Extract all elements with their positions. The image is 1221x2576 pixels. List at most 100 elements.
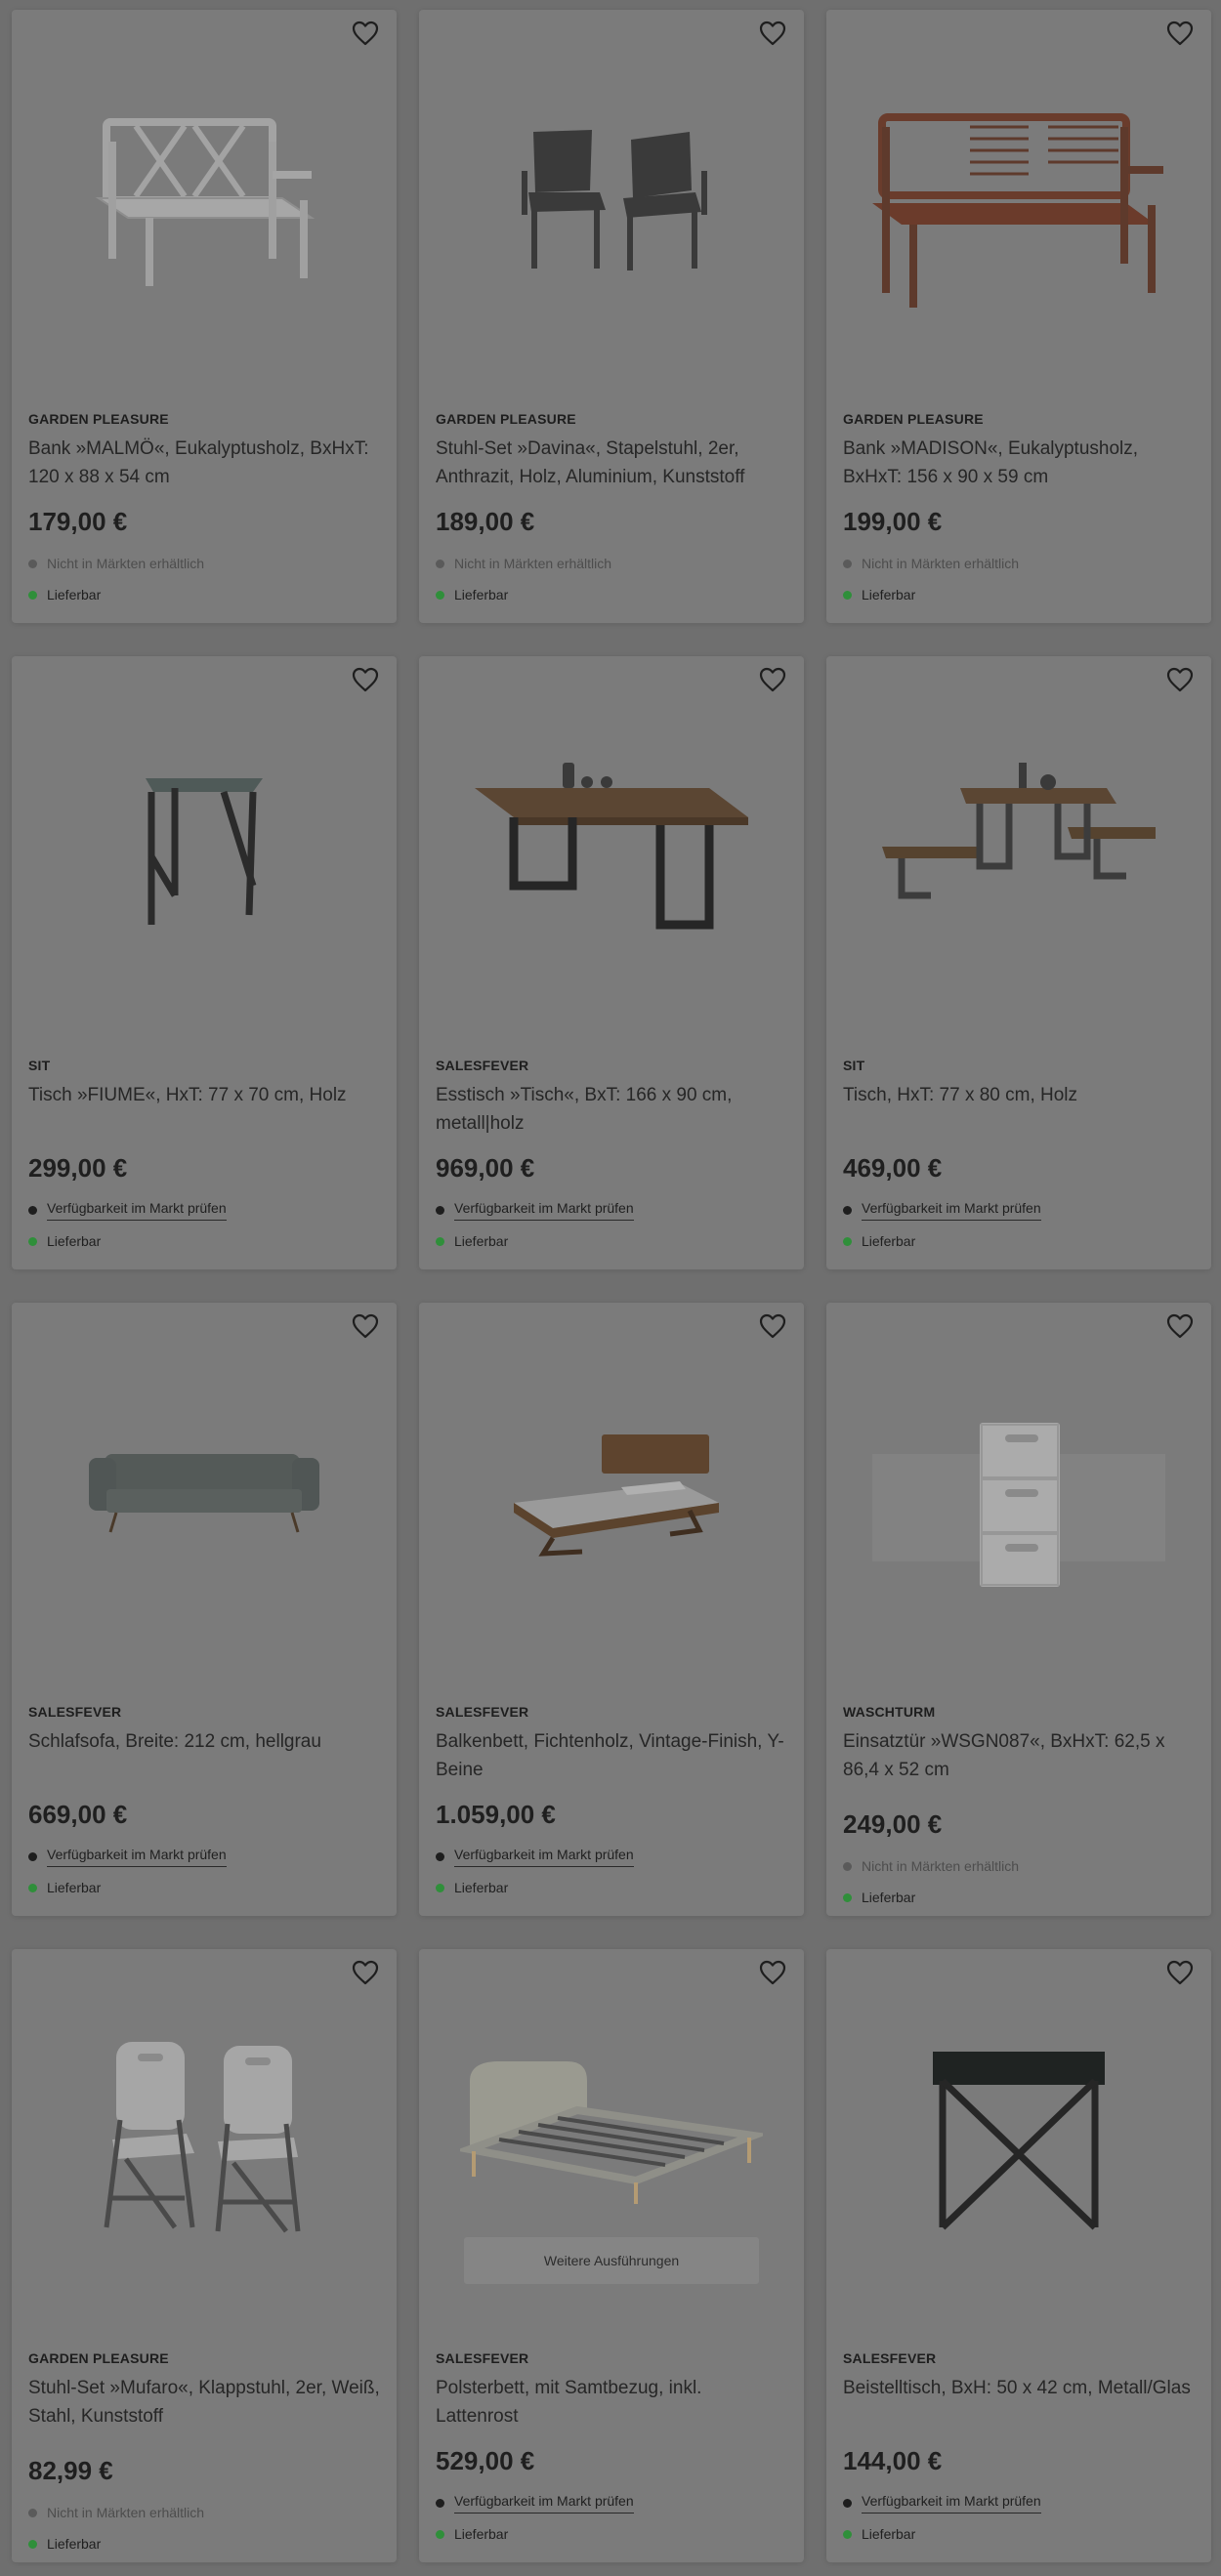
product-price: 669,00 € (28, 1800, 128, 1829)
product-card[interactable]: GARDEN PLEASURE Bank »MADISON«, Eukalypt… (826, 10, 1211, 623)
product-title[interactable]: Esstisch »Tisch«, BxT: 166 x 90 cm, meta… (436, 1081, 787, 1138)
product-brand: SALESFEVER (436, 2350, 529, 2366)
product-card[interactable]: Weitere Ausführungen SALESFEVER Polsterb… (419, 1949, 804, 2562)
product-card[interactable]: SIT Tisch »FIUME«, HxT: 77 x 70 cm, Holz… (12, 656, 397, 1269)
status-dot (436, 1883, 444, 1892)
check-store-availability-link[interactable]: Verfügbarkeit im Markt prüfen (47, 1199, 227, 1221)
status-dot (843, 2529, 852, 2539)
product-image-bistro-table[interactable] (12, 686, 397, 1008)
product-price: 199,00 € (843, 507, 943, 536)
product-card[interactable]: SALESFEVER Esstisch »Tisch«, BxT: 166 x … (419, 656, 804, 1269)
product-grid: GARDEN PLEASURE Bank »MALMÖ«, Eukalyptus… (12, 10, 1211, 2562)
product-title[interactable]: Polsterbett, mit Samtbezug, inkl. Latten… (436, 2374, 787, 2431)
store-availability: Nicht in Märkten erhältlich (843, 1850, 1195, 1882)
delivery-status: Lieferbar (843, 1226, 1195, 1257)
check-store-availability-link[interactable]: Verfügbarkeit im Markt prüfen (454, 1199, 634, 1221)
delivery-status: Lieferbar (436, 1872, 787, 1903)
status-dot (28, 1883, 37, 1892)
status-dot (436, 2529, 444, 2539)
delivery-status: Lieferbar (436, 2518, 787, 2550)
product-title[interactable]: Beistelltisch, BxH: 50 x 42 cm, Metall/G… (843, 2374, 1195, 2431)
product-brand: SALESFEVER (28, 1704, 122, 1720)
store-check: Verfügbarkeit im Markt prüfen (28, 1841, 380, 1872)
status-dot (843, 590, 852, 600)
status-dot (28, 590, 37, 600)
delivery-status: Lieferbar (28, 2528, 380, 2559)
status-dot (28, 1851, 37, 1861)
product-brand: SALESFEVER (436, 1058, 529, 1073)
status-dot (436, 1236, 444, 1246)
product-card[interactable]: SALESFEVER Beistelltisch, BxH: 50 x 42 c… (826, 1949, 1211, 2562)
delivery-status: Lieferbar (28, 579, 380, 610)
status-dot (28, 559, 37, 568)
more-variants-button[interactable]: Weitere Ausführungen (464, 2237, 759, 2284)
product-image-bench-white[interactable] (12, 39, 397, 361)
status-dot (436, 2498, 444, 2508)
product-title[interactable]: Stuhl-Set »Mufaro«, Klappstuhl, 2er, Wei… (28, 2374, 380, 2431)
status-dot (436, 559, 444, 568)
product-price: 529,00 € (436, 2446, 535, 2475)
status-dot (28, 1236, 37, 1246)
status-dot (843, 2498, 852, 2508)
product-price: 82,99 € (28, 2456, 113, 2485)
product-price: 969,00 € (436, 1153, 535, 1183)
product-card[interactable]: SIT Tisch, HxT: 77 x 80 cm, Holz 469,00 … (826, 656, 1211, 1269)
product-image-side-table[interactable] (826, 1978, 1211, 2301)
product-image-sofa-bed[interactable] (12, 1332, 397, 1654)
product-card[interactable]: SALESFEVER Balkenbett, Fichtenholz, Vint… (419, 1303, 804, 1916)
product-price: 179,00 € (28, 507, 128, 536)
check-store-availability-link[interactable]: Verfügbarkeit im Markt prüfen (862, 2492, 1041, 2514)
delivery-status: Lieferbar (436, 579, 787, 610)
product-image-folding-chairs[interactable] (12, 1978, 397, 2301)
product-price: 1.059,00 € (436, 1800, 556, 1829)
product-title[interactable]: Tisch, HxT: 77 x 80 cm, Holz (843, 1081, 1195, 1138)
product-image-wooden-bed[interactable] (419, 1332, 804, 1654)
product-price: 249,00 € (843, 1809, 943, 1839)
delivery-status: Lieferbar (28, 1226, 380, 1257)
product-brand: SIT (843, 1058, 865, 1073)
product-image-upholstered-bed[interactable] (419, 1978, 804, 2271)
product-brand: WASCHTURM (843, 1704, 936, 1720)
status-dot (843, 1236, 852, 1246)
status-dot (843, 1892, 852, 1902)
product-title[interactable]: Bank »MALMÖ«, Eukalyptusholz, BxHxT: 120… (28, 435, 380, 491)
product-title[interactable]: Bank »MADISON«, Eukalyptusholz, BxHxT: 1… (843, 435, 1195, 491)
status-dot (28, 2508, 37, 2517)
product-title[interactable]: Balkenbett, Fichtenholz, Vintage-Finish,… (436, 1727, 787, 1784)
status-dot (436, 590, 444, 600)
status-dot (28, 1205, 37, 1215)
product-card[interactable]: GARDEN PLEASURE Stuhl-Set »Davina«, Stap… (419, 10, 804, 623)
product-card[interactable]: SALESFEVER Schlafsofa, Breite: 212 cm, h… (12, 1303, 397, 1916)
product-image-table-benches[interactable] (826, 686, 1211, 1008)
product-image-washer-cabinet[interactable] (826, 1332, 1211, 1654)
product-image-bench-red[interactable] (826, 39, 1211, 361)
status-dot (843, 1861, 852, 1871)
product-price: 299,00 € (28, 1153, 128, 1183)
product-title[interactable]: Einsatztür »WSGN087«, BxHxT: 62,5 x 86,4… (843, 1727, 1195, 1784)
check-store-availability-link[interactable]: Verfügbarkeit im Markt prüfen (454, 1846, 634, 1867)
status-dot (843, 559, 852, 568)
status-dot (28, 2539, 37, 2549)
store-check: Verfügbarkeit im Markt prüfen (436, 1194, 787, 1226)
product-image-dining-table[interactable] (419, 686, 804, 1008)
product-brand: SALESFEVER (436, 1704, 529, 1720)
delivery-status: Lieferbar (28, 1872, 380, 1903)
product-title[interactable]: Schlafsofa, Breite: 212 cm, hellgrau (28, 1727, 380, 1784)
product-price: 189,00 € (436, 507, 535, 536)
check-store-availability-link[interactable]: Verfügbarkeit im Markt prüfen (47, 1846, 227, 1867)
product-title[interactable]: Tisch »FIUME«, HxT: 77 x 70 cm, Holz (28, 1081, 380, 1138)
product-brand: GARDEN PLEASURE (436, 411, 576, 427)
product-image-chairs-anthracite[interactable] (419, 39, 804, 361)
check-store-availability-link[interactable]: Verfügbarkeit im Markt prüfen (454, 2492, 634, 2514)
product-card[interactable]: GARDEN PLEASURE Stuhl-Set »Mufaro«, Klap… (12, 1949, 397, 2562)
status-dot (436, 1205, 444, 1215)
status-dot (436, 1851, 444, 1861)
product-title[interactable]: Stuhl-Set »Davina«, Stapelstuhl, 2er, An… (436, 435, 787, 491)
delivery-status: Lieferbar (436, 1226, 787, 1257)
check-store-availability-link[interactable]: Verfügbarkeit im Markt prüfen (862, 1199, 1041, 1221)
product-card[interactable]: GARDEN PLEASURE Bank »MALMÖ«, Eukalyptus… (12, 10, 397, 623)
product-brand: GARDEN PLEASURE (843, 411, 984, 427)
product-card[interactable]: WASCHTURM Einsatztür »WSGN087«, BxHxT: 6… (826, 1303, 1211, 1916)
product-price: 144,00 € (843, 2446, 943, 2475)
product-brand: SALESFEVER (843, 2350, 937, 2366)
